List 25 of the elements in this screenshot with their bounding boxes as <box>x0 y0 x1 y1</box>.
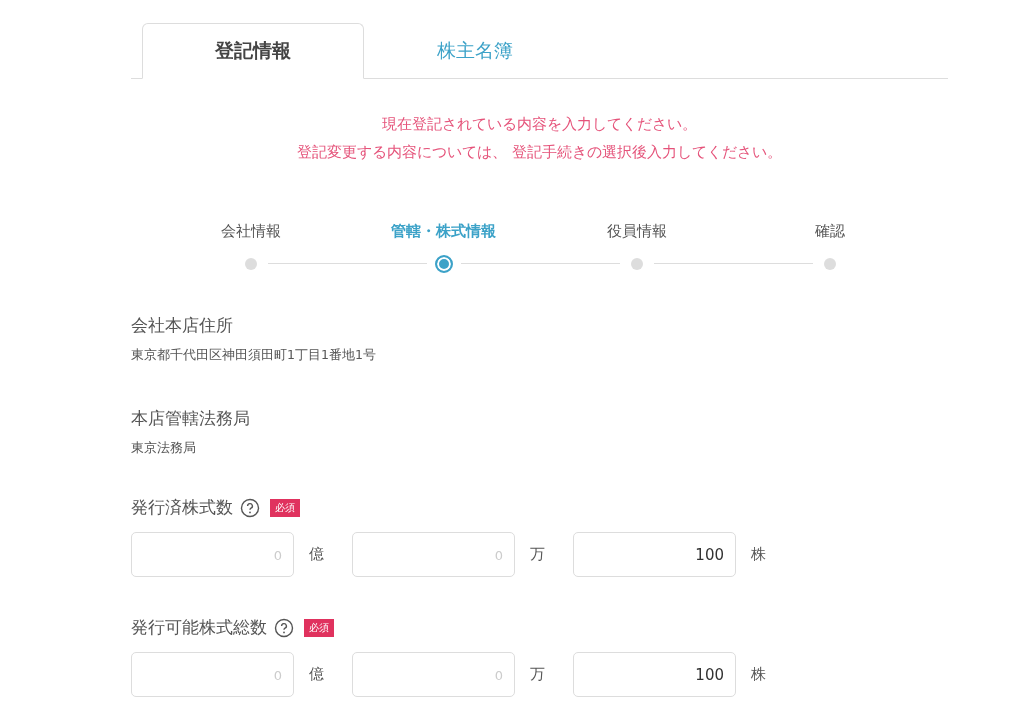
step-label: 役員情報 <box>606 222 667 242</box>
unit-label: 億 <box>308 665 325 684</box>
notice-text: 登記変更する内容については、 登記手続きの選択後入力してください。 <box>297 143 782 162</box>
unit-label: 万 <box>529 545 546 564</box>
field-label: 会社本店住所 <box>131 315 234 337</box>
notice-text: 現在登記されている内容を入力してください。 <box>382 115 697 134</box>
unit-label: 株 <box>750 545 767 564</box>
required-badge: 必須 <box>304 619 334 637</box>
field-label: 発行済株式数 <box>131 497 233 519</box>
unit-label: 万 <box>529 665 546 684</box>
number-input[interactable]: 100 <box>573 652 736 697</box>
unit-label: 株 <box>750 665 767 684</box>
unit-label: 億 <box>308 545 325 564</box>
field-value: 東京都千代田区神田須田町1丁目1番地1号 <box>131 347 377 364</box>
step-label: 確認 <box>814 222 845 242</box>
field-label: 発行可能株式総数 <box>131 617 267 639</box>
field-label: 本店管轄法務局 <box>131 408 251 430</box>
step-label: 会社情報 <box>220 222 281 242</box>
step-label: 管轄・株式情報 <box>391 222 496 242</box>
tab[interactable]: 登記情報 <box>142 23 364 79</box>
required-badge: 必須 <box>270 499 300 517</box>
field-value: 東京法務局 <box>131 440 197 457</box>
help-icon[interactable] <box>274 618 294 638</box>
number-input[interactable]: 100 <box>573 532 736 577</box>
help-icon[interactable] <box>240 498 260 518</box>
